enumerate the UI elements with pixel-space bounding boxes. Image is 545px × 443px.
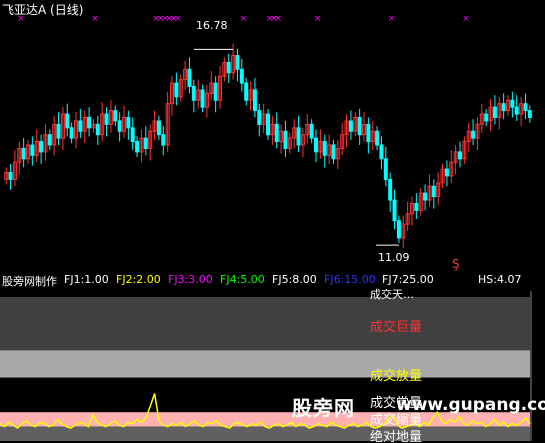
s-marker-icon: Ş bbox=[452, 257, 460, 271]
marker-star-icon: × bbox=[240, 14, 248, 24]
band-label-huge: 成交巨量 bbox=[370, 320, 423, 335]
candle-body bbox=[423, 192, 428, 201]
fj-item-3: FJ3:3.00 bbox=[168, 273, 213, 286]
fj-item-1: FJ1:1.00 bbox=[64, 273, 109, 286]
candle-body bbox=[431, 185, 436, 198]
band-label-low: 绝对地量 bbox=[370, 430, 423, 443]
candle-body bbox=[383, 158, 388, 180]
candle-body bbox=[113, 110, 118, 122]
candle-body bbox=[392, 199, 397, 222]
candle-body bbox=[191, 86, 196, 101]
candle-body bbox=[444, 168, 449, 177]
band-label-top: 成交天… bbox=[370, 288, 414, 301]
band-label-expand: 成交放量 bbox=[370, 369, 423, 384]
candle-body bbox=[357, 116, 362, 136]
candle-body bbox=[235, 55, 240, 70]
candle-body bbox=[65, 113, 70, 129]
candle-body bbox=[95, 123, 100, 136]
candlestick-chart[interactable]: × × ×××××× × ××× × × × bbox=[0, 0, 545, 270]
candle-body bbox=[69, 127, 74, 139]
candle-body bbox=[47, 134, 52, 146]
candle-body bbox=[296, 127, 301, 146]
candle-body bbox=[213, 82, 218, 101]
candle-body bbox=[510, 99, 515, 108]
fj-item-6: FJ6:15.00 bbox=[324, 273, 376, 286]
candle-body bbox=[331, 144, 336, 160]
candle-body bbox=[117, 120, 122, 132]
marker-star-icon: × bbox=[275, 14, 283, 24]
candle-body bbox=[414, 203, 419, 211]
candle-body bbox=[314, 137, 318, 153]
fj-value-bar: 股旁网制作 FJ1:1.00 FJ2:2.00 FJ3:3.00 FJ4:5.0… bbox=[0, 271, 545, 289]
candle-body bbox=[39, 141, 44, 153]
fj-item-7: FJ7:25.00 bbox=[382, 273, 434, 286]
fj-item-2: FJ2:2.00 bbox=[116, 273, 161, 286]
marker-star-icon: × bbox=[388, 14, 396, 24]
fj-item-hs: HS:4.07 bbox=[478, 273, 522, 286]
candle-body bbox=[523, 103, 528, 112]
candle-body bbox=[78, 120, 83, 132]
band-4 bbox=[0, 426, 530, 441]
candle-body bbox=[130, 127, 135, 143]
candle-body bbox=[187, 68, 192, 88]
marker-star-icon: × bbox=[314, 14, 322, 24]
candle-body bbox=[257, 110, 262, 125]
candle-body bbox=[252, 89, 257, 112]
candle-body bbox=[200, 89, 205, 108]
fj-item-4: FJ4:5.00 bbox=[220, 273, 265, 286]
candle-body bbox=[396, 220, 401, 239]
candle-body bbox=[514, 106, 519, 115]
candle-body bbox=[239, 68, 244, 84]
candle-body bbox=[309, 123, 314, 139]
candle-body bbox=[87, 116, 92, 129]
candle-body bbox=[21, 147, 26, 160]
band-1 bbox=[0, 350, 530, 378]
candle-body bbox=[226, 61, 231, 74]
candle-body bbox=[471, 130, 476, 139]
candle-body bbox=[375, 130, 380, 146]
candle-body bbox=[527, 110, 532, 118]
candle-body bbox=[348, 120, 353, 132]
candle-body bbox=[135, 141, 140, 153]
candle-body bbox=[104, 113, 109, 125]
candle-body bbox=[492, 106, 497, 118]
candle-body bbox=[266, 113, 270, 136]
candle-body bbox=[8, 172, 13, 180]
candle-body bbox=[458, 151, 462, 160]
marker-star-icon: × bbox=[91, 14, 99, 24]
candle-body bbox=[388, 178, 393, 201]
watermark-url: www.gupang.com bbox=[396, 395, 545, 415]
candle-body bbox=[244, 82, 249, 101]
candle-body bbox=[56, 123, 61, 139]
candle-body bbox=[143, 137, 148, 149]
watermark-text: 股旁网 bbox=[292, 396, 355, 420]
candle-body bbox=[366, 123, 371, 143]
marker-star-icon: × bbox=[462, 14, 470, 24]
fj-item-5: FJ5:8.00 bbox=[272, 273, 317, 286]
chart-title: 飞亚达A (日线) bbox=[2, 3, 84, 17]
fj-item-author: 股旁网制作 bbox=[2, 275, 57, 288]
candle-body bbox=[174, 82, 179, 98]
candle-body bbox=[322, 141, 327, 156]
marker-star-icon: × bbox=[174, 14, 182, 24]
candle-body bbox=[126, 116, 131, 129]
candle-body bbox=[156, 120, 161, 136]
candle-body bbox=[30, 144, 35, 156]
candle-body bbox=[283, 130, 288, 149]
high-price-label: 16.78 bbox=[196, 19, 228, 32]
candle-body bbox=[501, 103, 506, 112]
candle-body bbox=[484, 113, 489, 122]
chart-window: × × × × × × × × × × × × × × × 飞亚达A (日线) 16.78 11.09 Ş … bbox=[0, 0, 545, 443]
volume-indicator-chart[interactable] bbox=[0, 291, 545, 443]
candle-body bbox=[274, 123, 279, 143]
band-0 bbox=[0, 297, 530, 351]
candle-body bbox=[161, 134, 166, 146]
candle-body bbox=[379, 144, 384, 160]
low-price-label: 11.09 bbox=[378, 251, 410, 264]
